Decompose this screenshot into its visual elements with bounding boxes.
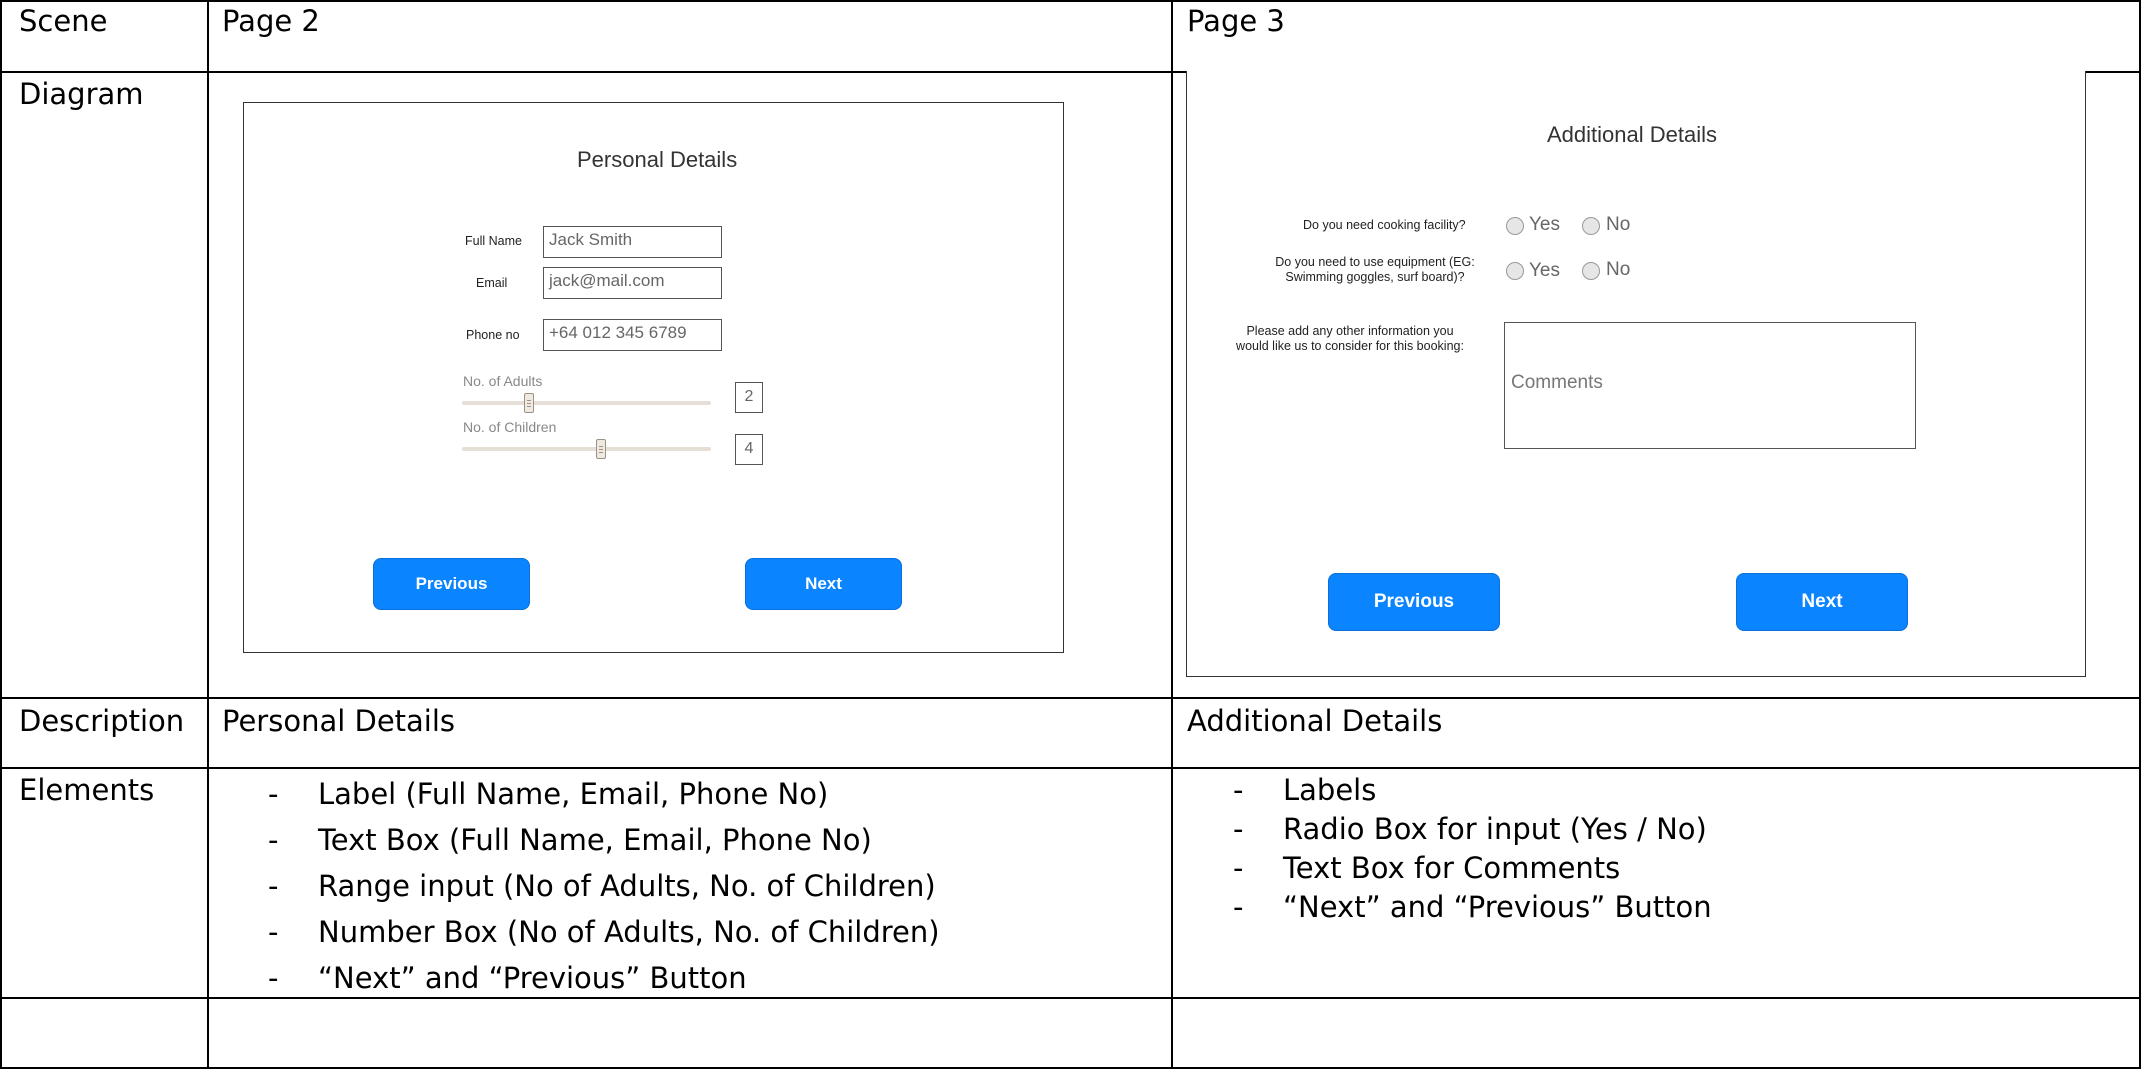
elements-list-page-3: - Labels - Radio Box for input (Yes / No) …: [1233, 771, 1712, 927]
bullet-dash: -: [1233, 812, 1244, 846]
cooking-yes-label: Yes: [1529, 214, 1560, 235]
list-item: - “Next” and “Previous” Button: [268, 955, 940, 1001]
list-item: - Number Box (No of Adults, No. of Childr…: [268, 909, 940, 955]
list-item-text: Label (Full Name, Email, Phone No): [318, 777, 829, 811]
header-scene: Scene: [19, 4, 108, 38]
other-info-label: Please add any other information you wou…: [1221, 324, 1479, 354]
list-item: - Label (Full Name, Email, Phone No): [268, 771, 940, 817]
list-item-text: “Next” and “Previous” Button: [1283, 890, 1712, 924]
description-page-3: Additional Details: [1187, 704, 1443, 738]
adults-slider-thumb[interactable]: [524, 393, 535, 413]
bullet-dash: -: [1233, 851, 1244, 885]
equipment-question-line-1: Do you need to use equipment (EG:: [1275, 255, 1475, 269]
equipment-question-line-2: Swimming goggles, surf board)?: [1285, 270, 1465, 284]
email-input[interactable]: jack@mail.com: [543, 267, 722, 299]
list-item: - Labels: [1233, 771, 1712, 810]
list-item: - Text Box for Comments: [1233, 849, 1712, 888]
page-2-next-button[interactable]: Next: [745, 558, 902, 610]
list-item: - Range input (No of Adults, No. of Child…: [268, 863, 940, 909]
table-col-divider-1: [207, 0, 209, 1069]
bullet-dash: -: [268, 777, 279, 811]
header-page-2: Page 2: [222, 4, 320, 38]
table-col-divider-2: [1171, 0, 1173, 1069]
equipment-no-label: No: [1606, 259, 1631, 280]
list-item: - Text Box (Full Name, Email, Phone No): [268, 817, 940, 863]
bullet-dash: -: [268, 915, 279, 949]
table-border-left: [0, 0, 2, 1069]
table-border-top: [0, 0, 2141, 2]
comments-textarea[interactable]: Comments: [1504, 322, 1916, 449]
adults-number-box[interactable]: 2: [735, 382, 763, 413]
children-label: No. of Children: [463, 419, 557, 435]
elements-list-page-2: - Label (Full Name, Email, Phone No) - Tex…: [268, 771, 940, 1001]
equipment-yes-label: Yes: [1529, 260, 1560, 281]
equipment-no-radio[interactable]: [1582, 262, 1600, 280]
page-2-title: Personal Details: [577, 147, 738, 172]
email-label: Email: [476, 276, 508, 290]
cooking-yes-radio[interactable]: [1506, 217, 1524, 235]
adults-label: No. of Adults: [463, 373, 543, 389]
children-number-box[interactable]: 4: [735, 434, 763, 465]
row-label-diagram: Diagram: [19, 77, 144, 111]
comments-placeholder: Comments: [1511, 372, 1603, 393]
bullet-dash: -: [1233, 890, 1244, 924]
header-page-3: Page 3: [1187, 4, 1285, 38]
page-2-previous-button[interactable]: Previous: [373, 558, 530, 610]
cooking-no-radio[interactable]: [1582, 217, 1600, 235]
full-name-input[interactable]: Jack Smith: [543, 226, 722, 258]
table-row-divider-2: [0, 697, 2141, 699]
children-slider-track[interactable]: [462, 447, 711, 451]
cooking-question-label: Do you need cooking facility?: [1303, 218, 1466, 232]
other-info-line-1: Please add any other information you: [1246, 324, 1454, 338]
page-2-mockup-frame: [243, 102, 1064, 653]
bullet-dash: -: [268, 961, 279, 995]
page-3-title: Additional Details: [1547, 122, 1717, 147]
row-label-elements: Elements: [19, 773, 155, 807]
page-3-previous-button[interactable]: Previous: [1328, 573, 1500, 631]
bullet-dash: -: [268, 823, 279, 857]
list-item-text: Text Box (Full Name, Email, Phone No): [318, 823, 872, 857]
list-item-text: Labels: [1283, 773, 1377, 807]
row-label-description: Description: [19, 704, 185, 738]
bullet-dash: -: [268, 869, 279, 903]
cooking-no-label: No: [1606, 214, 1631, 235]
adults-slider-track[interactable]: [462, 401, 711, 405]
list-item-text: Text Box for Comments: [1283, 851, 1621, 885]
bullet-dash: -: [1233, 773, 1244, 807]
full-name-label: Full Name: [465, 234, 522, 248]
phone-input[interactable]: +64 012 345 6789: [543, 319, 722, 351]
table-row-divider-3: [0, 767, 2141, 769]
description-page-2: Personal Details: [222, 704, 456, 738]
equipment-yes-radio[interactable]: [1506, 262, 1524, 280]
list-item-text: Radio Box for input (Yes / No): [1283, 812, 1707, 846]
phone-label: Phone no: [466, 328, 520, 342]
list-item-text: Number Box (No of Adults, No. of Childre…: [318, 915, 940, 949]
children-slider-thumb[interactable]: [596, 439, 607, 459]
other-info-line-2: would like us to consider for this booki…: [1236, 339, 1464, 353]
page-3-next-button[interactable]: Next: [1736, 573, 1908, 631]
list-item-text: Range input (No of Adults, No. of Childr…: [318, 869, 936, 903]
list-item: - Radio Box for input (Yes / No): [1233, 810, 1712, 849]
equipment-question-label: Do you need to use equipment (EG: Swimmi…: [1265, 255, 1485, 285]
list-item-text: “Next” and “Previous” Button: [318, 961, 747, 995]
list-item: - “Next” and “Previous” Button: [1233, 888, 1712, 927]
